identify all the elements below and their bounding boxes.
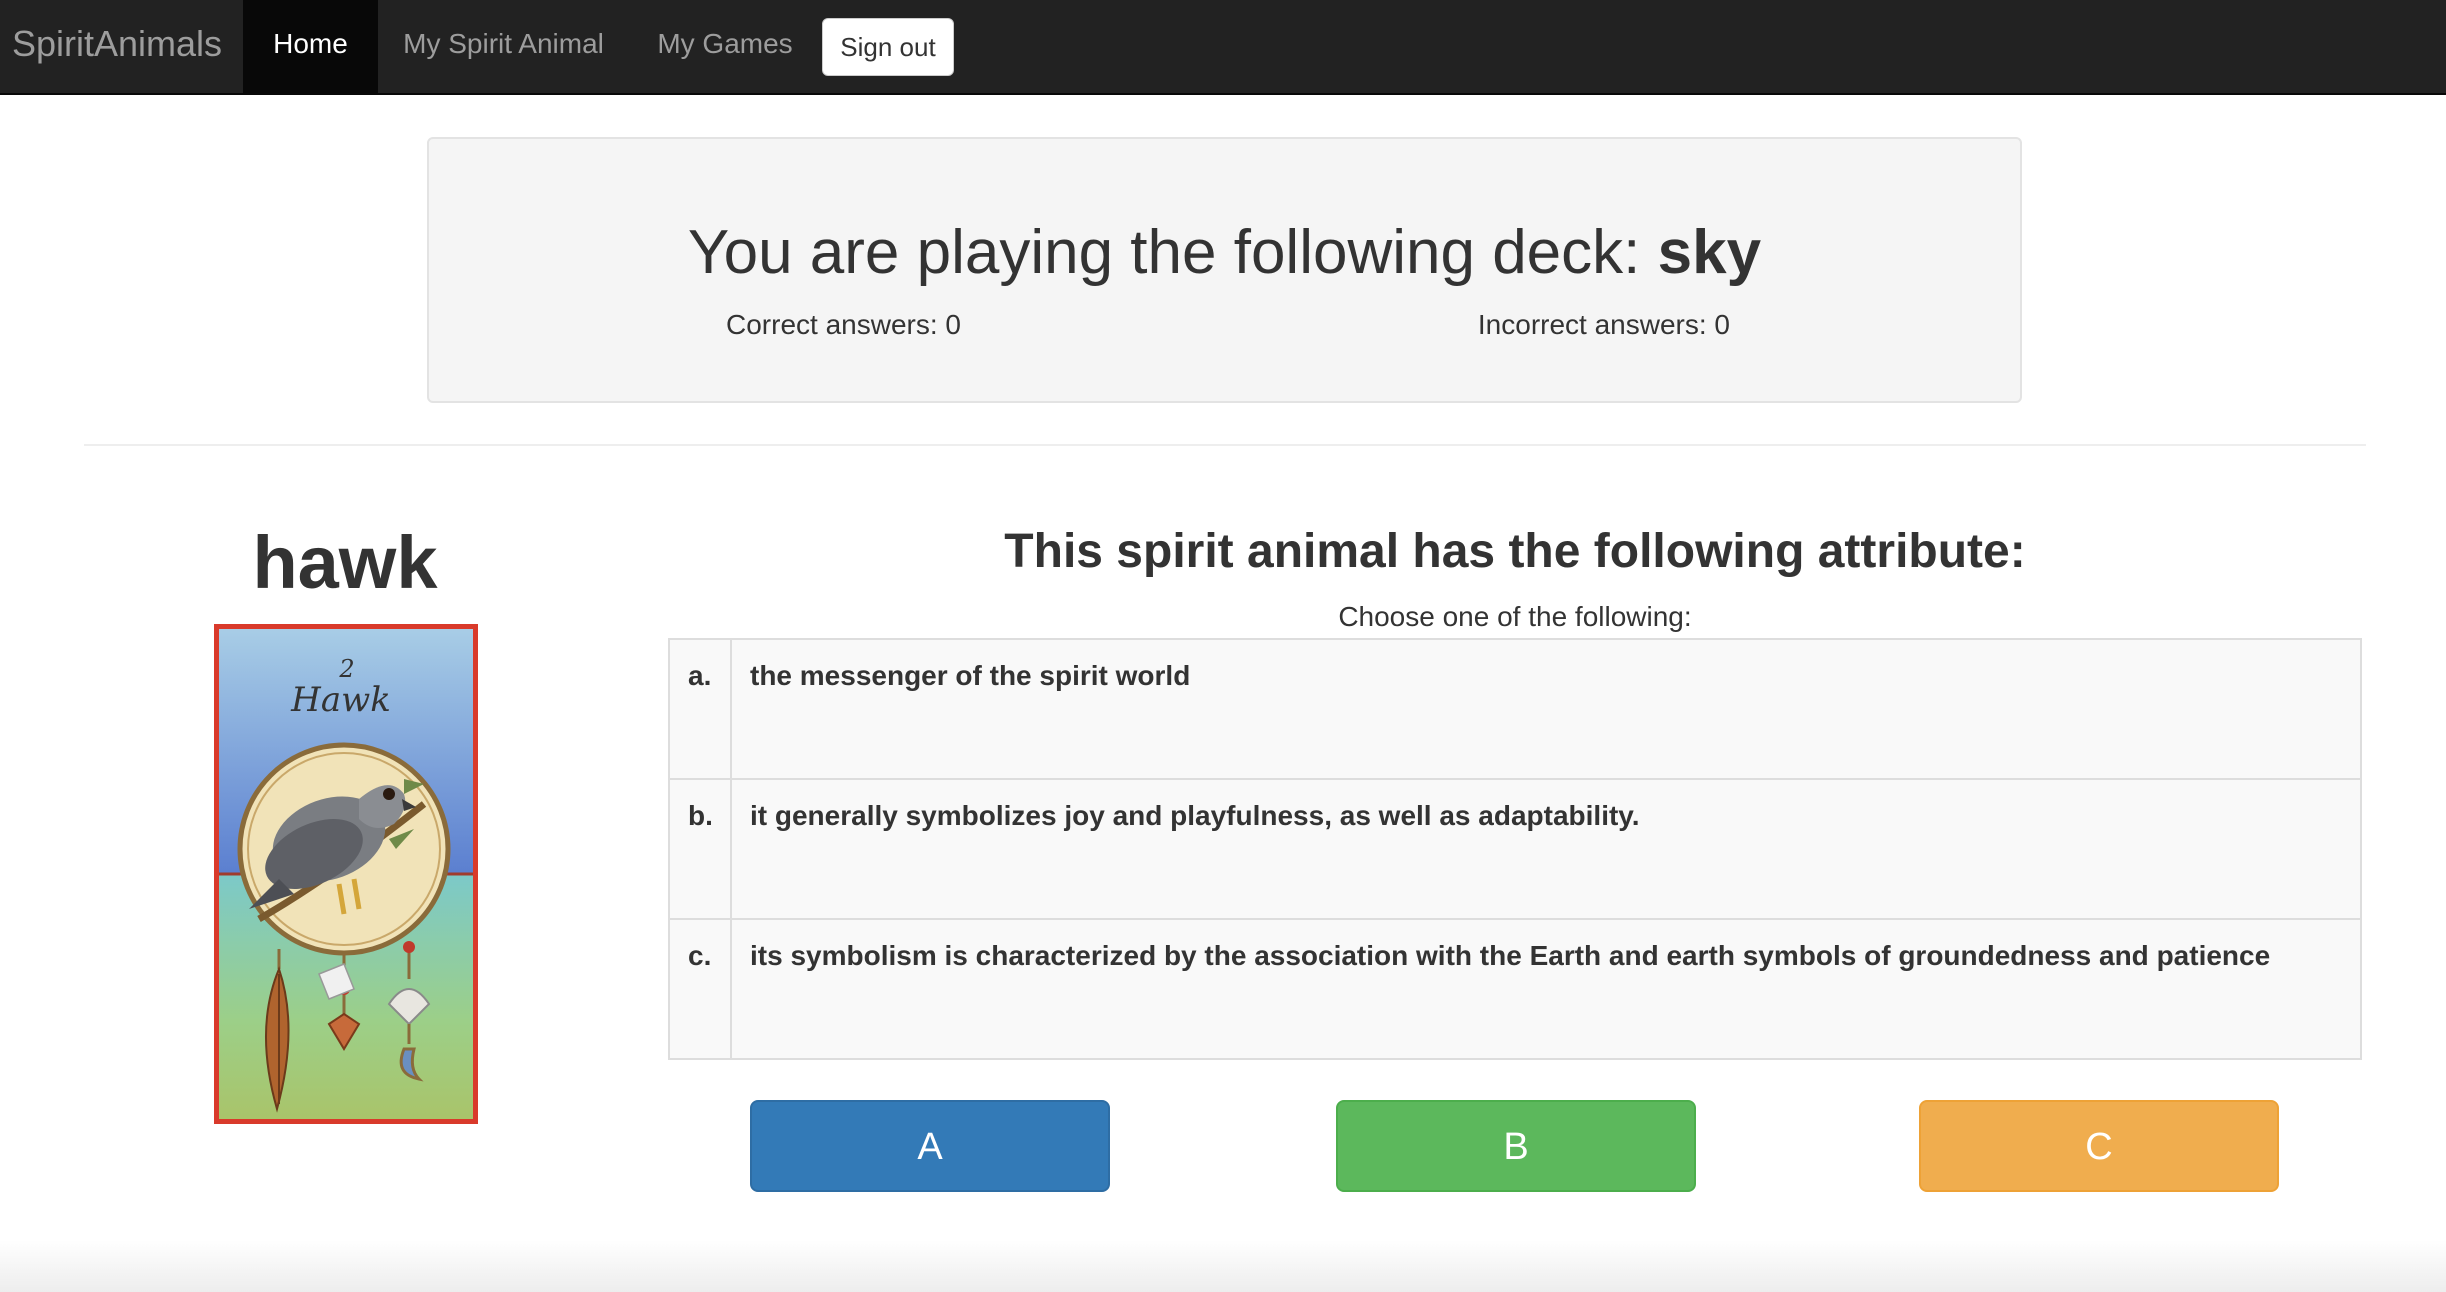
animal-name: hawk <box>252 521 438 604</box>
deck-info-panel: You are playing the following deck: sky … <box>427 137 2022 403</box>
option-text: it generally symbolizes joy and playfuln… <box>750 800 1640 831</box>
sign-out-button[interactable]: Sign out <box>822 18 954 76</box>
nav-my-spirit-animal[interactable]: My Spirit Animal <box>380 0 627 93</box>
option-row-c: c. its symbolism is characterized by the… <box>670 920 2360 1060</box>
answer-a-button[interactable]: A <box>750 1100 1110 1192</box>
options-table: a. the messenger of the spirit world b. … <box>668 638 2362 1060</box>
answer-c-button[interactable]: C <box>1919 1100 2279 1192</box>
deck-heading: You are playing the following deck: sky <box>429 217 2020 288</box>
option-text: the messenger of the spirit world <box>750 660 1191 691</box>
correct-answers-count: Correct answers: 0 <box>726 309 961 340</box>
spirit-animal-card-image: 2 Hawk <box>214 624 478 1124</box>
option-text: its symbolism is characterized by the as… <box>750 940 2271 971</box>
question-title: This spirit animal has the following att… <box>1004 525 2026 578</box>
nav-home[interactable]: Home <box>243 0 378 93</box>
card-number: 2 <box>338 655 354 683</box>
nav-my-games[interactable]: My Games <box>629 0 821 93</box>
card-title: Hawk <box>290 680 391 720</box>
page-bottom-edge <box>0 1240 2446 1292</box>
option-row-b: b. it generally symbolizes joy and playf… <box>670 780 2360 920</box>
top-navbar: SpiritAnimals Home My Spirit Animal My G… <box>0 0 2446 95</box>
option-letter: a. <box>670 640 732 778</box>
section-divider <box>84 444 2366 446</box>
deck-heading-prefix: You are playing the following deck: <box>687 218 1658 287</box>
answer-b-button[interactable]: B <box>1336 1100 1696 1192</box>
deck-name: sky <box>1657 218 1762 287</box>
question-instruction: Choose one of the following: <box>1338 601 1692 632</box>
brand-logo[interactable]: SpiritAnimals <box>12 0 222 93</box>
option-row-a: a. the messenger of the spirit world <box>670 640 2360 780</box>
option-letter: c. <box>670 920 732 1060</box>
option-letter: b. <box>670 780 732 918</box>
incorrect-answers-count: Incorrect answers: 0 <box>1477 309 1730 340</box>
